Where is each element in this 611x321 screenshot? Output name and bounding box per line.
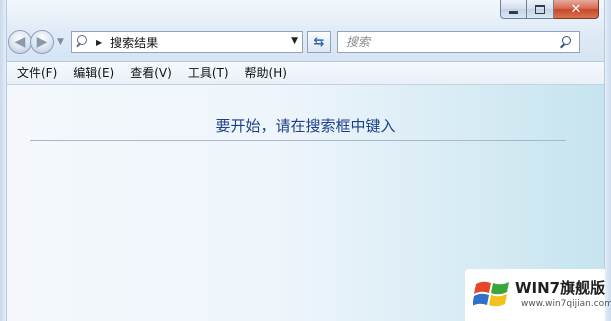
- menu-file[interactable]: 文件(F): [7, 62, 65, 84]
- watermark: WIN7旗舰版 www.win7qijian.com: [465, 269, 611, 321]
- search-icon[interactable]: [559, 35, 573, 49]
- recent-pages-dropdown[interactable]: ▼: [57, 37, 67, 47]
- back-button[interactable]: ◀: [8, 30, 32, 54]
- menu-help[interactable]: 帮助(H): [237, 62, 295, 84]
- address-bar[interactable]: ▶ 搜索结果 ▼: [71, 31, 303, 53]
- back-arrow-icon: ◀: [14, 34, 26, 50]
- windows-logo-icon: [473, 281, 509, 307]
- search-input[interactable]: [346, 35, 546, 49]
- minimize-button[interactable]: [500, 0, 527, 19]
- window-frame-right: [604, 0, 611, 321]
- menu-tools[interactable]: 工具(T): [180, 62, 237, 84]
- maximize-button[interactable]: [527, 0, 554, 19]
- refresh-icon: ⇆: [313, 34, 325, 50]
- watermark-title: WIN7旗舰版: [515, 279, 606, 297]
- navigation-bar: ◀ ▶ ▼ ▶ 搜索结果 ▼ ⇆: [8, 28, 603, 56]
- menu-view[interactable]: 查看(V): [122, 62, 180, 84]
- forward-arrow-icon: ▶: [36, 34, 48, 50]
- search-box[interactable]: [337, 31, 580, 53]
- search-icon: [74, 33, 92, 51]
- breadcrumb-search-results[interactable]: 搜索结果: [110, 34, 158, 51]
- divider: [30, 140, 566, 141]
- address-dropdown-icon[interactable]: ▼: [291, 36, 298, 46]
- chevron-down-icon: ▼: [57, 37, 64, 47]
- caption-buttons: ✕: [500, 0, 599, 19]
- close-icon: ✕: [570, 1, 582, 17]
- forward-button[interactable]: ▶: [30, 30, 54, 54]
- window-frame-left: [0, 0, 7, 321]
- breadcrumb-separator-icon[interactable]: ▶: [96, 38, 102, 47]
- explorer-window: ✕ ◀ ▶ ▼ ▶ 搜索结果 ▼ ⇆ 搜索 文件(F) 编辑(E) 查看(V) …: [0, 0, 611, 321]
- maximize-icon: [535, 4, 545, 14]
- menu-bar: 文件(F) 编辑(E) 查看(V) 工具(T) 帮助(H): [7, 62, 604, 85]
- refresh-button[interactable]: ⇆: [307, 31, 331, 53]
- close-button[interactable]: ✕: [554, 0, 599, 19]
- watermark-url: www.win7qijian.com: [521, 299, 611, 309]
- search-hint-text: 要开始，请在搜索框中键入: [215, 117, 396, 135]
- menu-edit[interactable]: 编辑(E): [65, 62, 122, 84]
- minimize-icon: [509, 10, 518, 14]
